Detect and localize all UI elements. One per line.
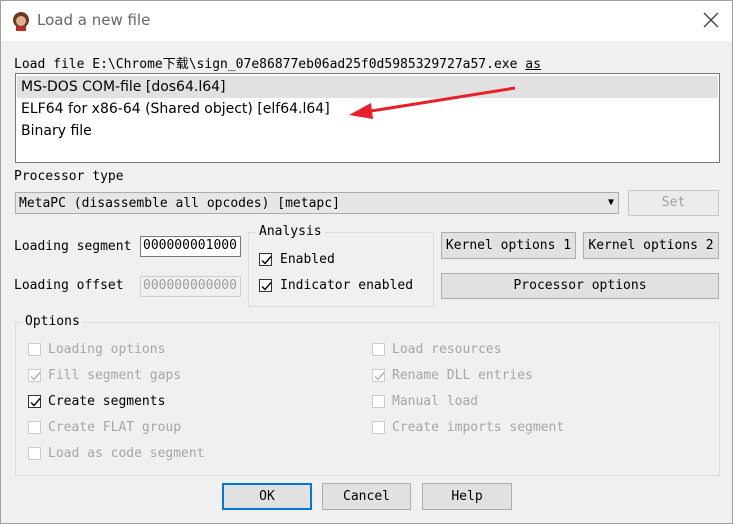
create-segments-label: Create segments bbox=[48, 394, 166, 409]
create-segments-checkbox[interactable] bbox=[28, 395, 41, 408]
indicator-label: Indicator enabled bbox=[280, 278, 414, 293]
chevron-down-icon[interactable]: ▼ bbox=[608, 197, 614, 208]
loading-offset-input[interactable]: 000000000000 bbox=[140, 276, 241, 297]
set-button[interactable]: Set bbox=[628, 190, 719, 216]
load-file-prefix: Load file bbox=[14, 57, 85, 72]
enabled-label: Enabled bbox=[280, 252, 335, 267]
loading-offset-label: Loading offset bbox=[14, 278, 124, 293]
processor-type-select[interactable]: MetaPC (disassemble all opcodes) [metapc… bbox=[15, 192, 619, 214]
processor-type-value: MetaPC (disassemble all opcodes) [metapc… bbox=[19, 196, 340, 211]
loading-options-label: Loading options bbox=[48, 342, 166, 357]
processor-options-button[interactable]: Processor options bbox=[441, 273, 719, 299]
cancel-button[interactable]: Cancel bbox=[322, 483, 411, 510]
checkmark-icon bbox=[30, 398, 41, 407]
create-imports-segment-checkbox[interactable] bbox=[372, 421, 385, 434]
load-file-label: Load file E:\Chrome下载\sign_07e86877eb06a… bbox=[14, 53, 541, 72]
fill-segment-gaps-checkbox[interactable] bbox=[28, 369, 41, 382]
checkmark-icon bbox=[374, 372, 385, 381]
create-flat-group-label: Create FLAT group bbox=[48, 420, 182, 435]
window-title: Load a new file bbox=[37, 11, 151, 29]
kernel-options-2-button[interactable]: Kernel options 2 bbox=[583, 232, 719, 259]
load-file-dialog: Load a new file Load file E:\Chrome下载\si… bbox=[0, 0, 733, 524]
enabled-checkbox[interactable] bbox=[259, 253, 272, 266]
load-resources-checkbox[interactable] bbox=[372, 343, 385, 356]
annotation-arrow bbox=[349, 86, 516, 119]
load-file-path: E:\Chrome下载\sign_07e86877eb06ad25f0d5985… bbox=[92, 57, 518, 72]
manual-load-label: Manual load bbox=[392, 394, 479, 409]
analysis-title: Analysis bbox=[256, 224, 325, 239]
load-as-code-segment-label: Load as code segment bbox=[48, 446, 205, 461]
rename-dll-entries-checkbox[interactable] bbox=[372, 369, 385, 382]
checkmark-icon bbox=[261, 282, 272, 291]
title-bar: Load a new file bbox=[1, 1, 732, 41]
loading-segment-input[interactable]: 000000001000 bbox=[140, 236, 241, 257]
kernel-options-1-button[interactable]: Kernel options 1 bbox=[441, 232, 576, 259]
help-button[interactable]: Help bbox=[422, 483, 512, 510]
load-resources-label: Load resources bbox=[392, 342, 502, 357]
rename-dll-entries-label: Rename DLL entries bbox=[392, 368, 533, 383]
create-flat-group-checkbox[interactable] bbox=[28, 421, 41, 434]
close-icon[interactable] bbox=[702, 11, 720, 29]
analysis-group bbox=[248, 232, 434, 307]
options-title: Options bbox=[22, 314, 83, 329]
checkmark-icon bbox=[261, 256, 272, 265]
processor-type-label: Processor type bbox=[14, 169, 124, 184]
manual-load-checkbox[interactable] bbox=[372, 395, 385, 408]
load-file-suffix: as bbox=[525, 57, 541, 72]
load-as-code-segment-checkbox[interactable] bbox=[28, 447, 41, 460]
checkmark-icon bbox=[30, 372, 41, 381]
ida-app-icon bbox=[13, 12, 29, 31]
loading-segment-label: Loading segment bbox=[14, 239, 132, 254]
create-imports-segment-label: Create imports segment bbox=[392, 420, 565, 435]
ok-button[interactable]: OK bbox=[222, 483, 312, 510]
indicator-checkbox[interactable] bbox=[259, 279, 272, 292]
loading-options-checkbox[interactable] bbox=[28, 343, 41, 356]
fill-segment-gaps-label: Fill segment gaps bbox=[48, 368, 182, 383]
